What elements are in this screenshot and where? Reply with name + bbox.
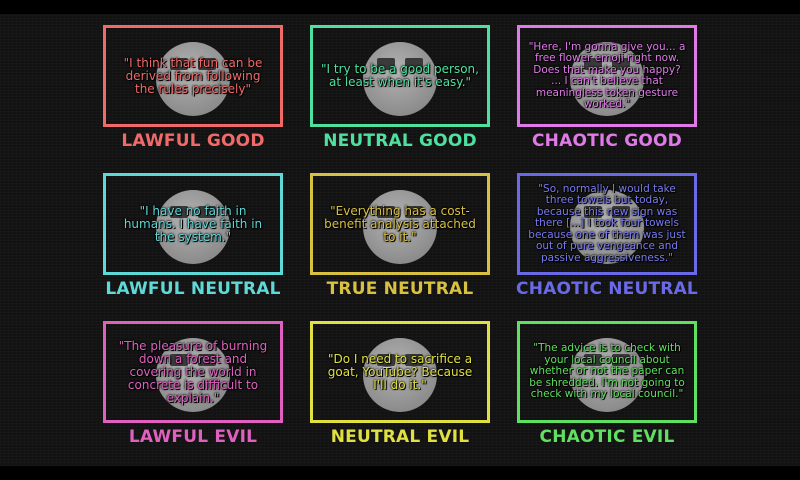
quote-box: "I think that fun can be derived from fo… xyxy=(103,25,283,127)
alignment-label: NEUTRAL EVIL xyxy=(330,427,470,447)
quote-text: "So, normally I would take three towels … xyxy=(528,182,686,264)
quote-box: "Do I need to sacrifice a goat, YouTube?… xyxy=(310,321,490,423)
quote-box: "The advice is to check with your local … xyxy=(517,321,697,423)
alignment-label: LAWFUL GOOD xyxy=(121,131,265,151)
alignment-label: CHAOTIC EVIL xyxy=(539,427,675,447)
alignment-label: CHAOTIC NEUTRAL xyxy=(516,279,698,299)
quote-box: "So, normally I would take three towels … xyxy=(517,173,697,275)
alignment-label: LAWFUL NEUTRAL xyxy=(105,279,281,299)
quote-text: "Here, I'm gonna give you... a free flow… xyxy=(528,40,686,110)
alignment-label: NEUTRAL GOOD xyxy=(323,131,477,151)
quote-box: "I try to be a good person, at least whe… xyxy=(310,25,490,127)
alignment-label: CHAOTIC GOOD xyxy=(532,131,682,151)
quote-text: "I have no faith in humans. I have faith… xyxy=(123,203,263,244)
quote-text: "The pleasure of burning down a forest a… xyxy=(118,338,268,405)
quote-text: "Do I need to sacrifice a goat, YouTube?… xyxy=(327,351,473,392)
quote-text: "Everything has a cost-benefit analysis … xyxy=(324,203,476,244)
quote-box: "Everything has a cost-benefit analysis … xyxy=(310,173,490,275)
quote-text: "The advice is to check with your local … xyxy=(529,342,685,401)
quote-box: "The pleasure of burning down a forest a… xyxy=(103,321,283,423)
quote-box: "I have no faith in humans. I have faith… xyxy=(103,173,283,275)
quote-text: "I try to be a good person, at least whe… xyxy=(321,62,479,89)
alignment-label: LAWFUL EVIL xyxy=(128,427,258,447)
alignment-label: TRUE NEUTRAL xyxy=(326,279,474,299)
alignment-chart: "I think that fun can be derived from fo… xyxy=(0,14,800,466)
quote-box: "Here, I'm gonna give you... a free flow… xyxy=(517,25,697,127)
quote-text: "I think that fun can be derived from fo… xyxy=(123,55,263,96)
